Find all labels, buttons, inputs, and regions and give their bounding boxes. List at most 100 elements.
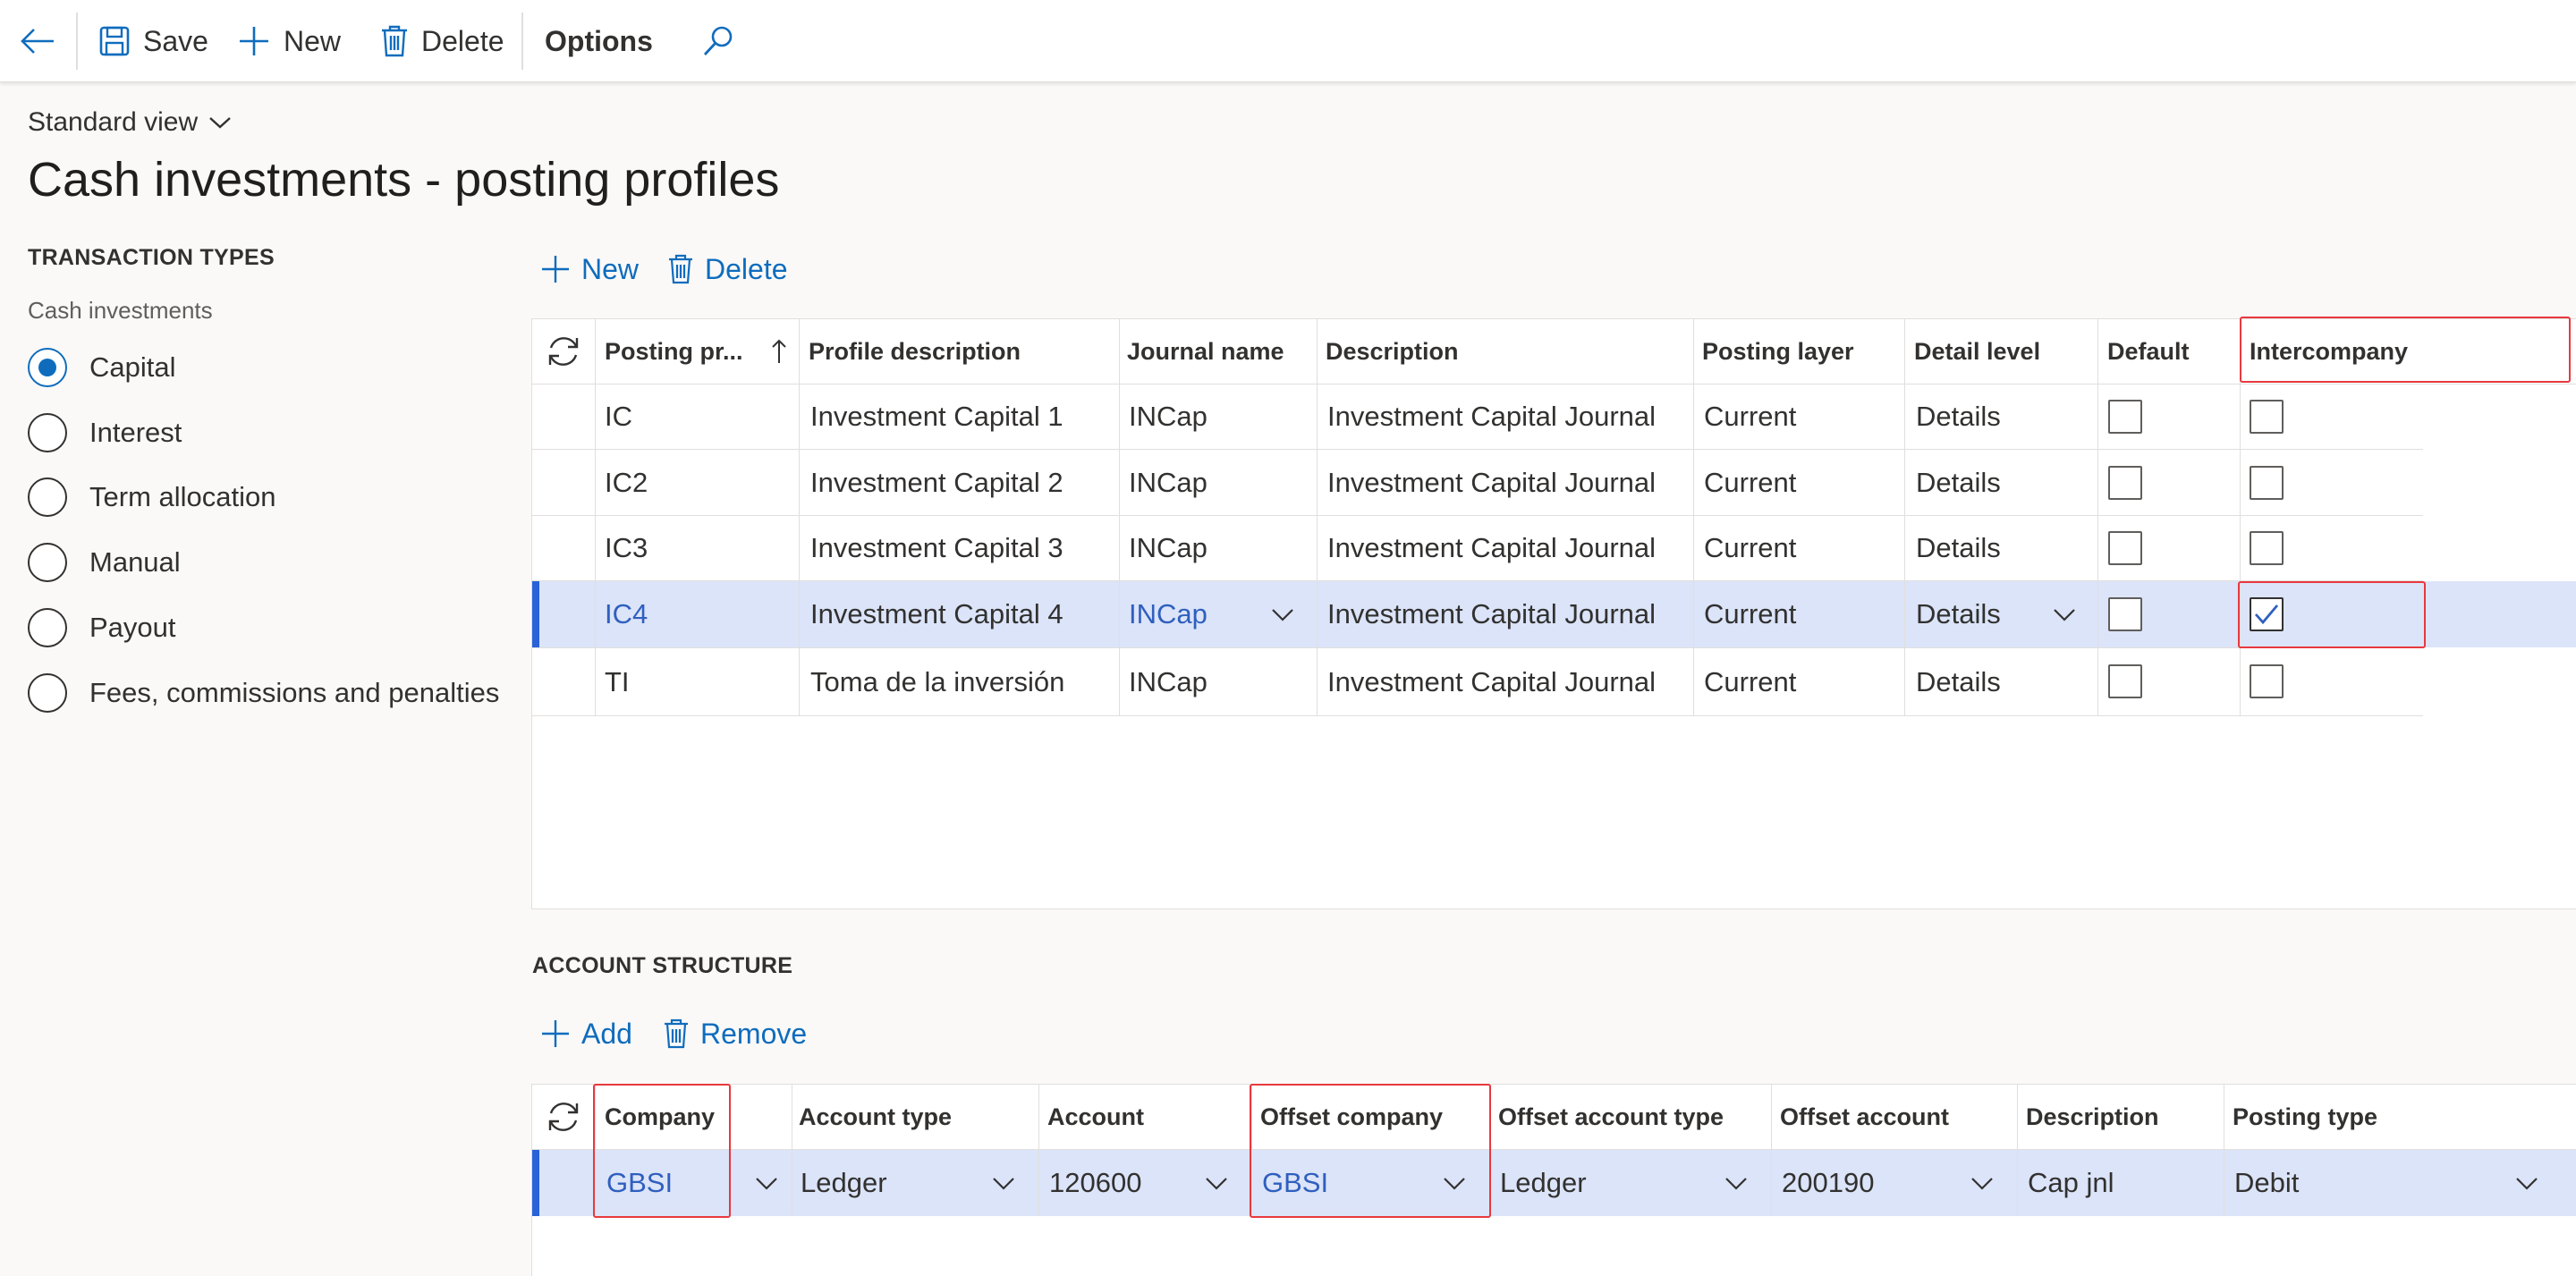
new-button[interactable]: New xyxy=(237,0,341,82)
cell-detail-level[interactable]: Details xyxy=(1916,384,2095,449)
radio-term-allocation[interactable]: Term allocation xyxy=(28,476,275,519)
cell-description[interactable]: Investment Capital Journal xyxy=(1327,648,1685,715)
column-header-journal-name[interactable]: Journal name xyxy=(1127,319,1310,384)
cell-posting-profile[interactable]: IC4 xyxy=(605,581,792,647)
cell-journal-name[interactable]: INCap xyxy=(1129,384,1312,449)
radio-capital[interactable]: Capital xyxy=(28,346,176,389)
cell-posting-layer[interactable]: Current xyxy=(1704,581,1901,647)
cell-profile-description[interactable]: Investment Capital 1 xyxy=(810,384,1114,449)
cell-profile-description[interactable]: Investment Capital 2 xyxy=(810,450,1114,515)
column-header-offset-account[interactable]: Offset account xyxy=(1780,1085,2012,1149)
view-selector[interactable]: Standard view xyxy=(28,107,232,138)
column-header-posting-layer[interactable]: Posting layer xyxy=(1702,319,1899,384)
cell-detail-level[interactable]: Details xyxy=(1916,516,2095,580)
radio-button[interactable] xyxy=(28,348,67,387)
chevron-down-icon[interactable] xyxy=(1271,608,1294,622)
chevron-down-icon[interactable] xyxy=(1724,1177,1748,1191)
cell-posting-profile[interactable]: TI xyxy=(605,648,792,715)
chevron-down-icon[interactable] xyxy=(1970,1177,1994,1191)
radio-label: Payout xyxy=(89,612,176,643)
radio-manual[interactable]: Manual xyxy=(28,541,181,584)
cell-description[interactable]: Investment Capital Journal xyxy=(1327,450,1685,515)
cell-detail-level[interactable]: Details xyxy=(1916,648,2095,715)
column-header-company[interactable]: Company xyxy=(605,1085,788,1149)
column-header-detail-level[interactable]: Detail level xyxy=(1914,319,2093,384)
detail-level-dropdown[interactable]: Details xyxy=(1916,581,2050,647)
cell-journal-name[interactable]: INCap xyxy=(1129,450,1312,515)
offset-account-dropdown[interactable]: 200190 xyxy=(1782,1150,1961,1216)
cell-profile-description[interactable]: Toma de la inversión xyxy=(810,648,1114,715)
column-header-intercompany[interactable]: Intercompany xyxy=(2250,319,2554,384)
back-button[interactable] xyxy=(18,0,57,82)
cell-posting-layer[interactable]: Current xyxy=(1704,516,1901,580)
delete-button[interactable]: Delete xyxy=(380,0,504,82)
column-header-profile-description[interactable]: Profile description xyxy=(809,319,1113,384)
cell-description[interactable]: Cap jnl xyxy=(2028,1150,2216,1216)
radio-button[interactable] xyxy=(28,673,67,713)
column-header-posting-profile[interactable]: Posting pr... xyxy=(605,319,792,384)
default-checkbox[interactable] xyxy=(2108,466,2142,500)
refresh-button[interactable] xyxy=(543,1097,584,1137)
column-header-offset-company[interactable]: Offset company xyxy=(1260,1085,1484,1149)
default-checkbox[interactable] xyxy=(2108,597,2142,631)
default-checkbox[interactable] xyxy=(2108,400,2142,434)
account-dropdown[interactable]: 120600 xyxy=(1049,1150,1201,1216)
default-checkbox[interactable] xyxy=(2108,531,2142,565)
journal-name-dropdown[interactable]: INCap xyxy=(1129,581,1272,647)
cell-profile-description[interactable]: Investment Capital 4 xyxy=(810,581,1114,647)
column-header-account-type[interactable]: Account type xyxy=(799,1085,1033,1149)
cell-description[interactable]: Investment Capital Journal xyxy=(1327,581,1685,647)
intercompany-checkbox[interactable] xyxy=(2250,664,2284,698)
column-header-account[interactable]: Account xyxy=(1047,1085,1246,1149)
radio-interest[interactable]: Interest xyxy=(28,411,182,454)
radio-payout[interactable]: Payout xyxy=(28,606,176,649)
cell-posting-profile[interactable]: IC2 xyxy=(605,450,792,515)
cell-description[interactable]: Investment Capital Journal xyxy=(1327,384,1685,449)
cell-profile-description[interactable]: Investment Capital 3 xyxy=(810,516,1114,580)
radio-button[interactable] xyxy=(28,413,67,452)
intercompany-checkbox[interactable] xyxy=(2250,466,2284,500)
chevron-down-icon[interactable] xyxy=(2515,1177,2538,1191)
chevron-down-icon[interactable] xyxy=(755,1177,778,1191)
cell-posting-layer[interactable]: Current xyxy=(1704,384,1901,449)
account-type-dropdown[interactable]: Ledger xyxy=(801,1150,979,1216)
options-tab[interactable]: Options xyxy=(545,0,653,82)
cell-detail-level[interactable]: Details xyxy=(1916,450,2095,515)
save-button[interactable]: Save xyxy=(98,0,208,82)
radio-button[interactable] xyxy=(28,477,67,517)
column-header-description[interactable]: Description xyxy=(1326,319,1683,384)
offset-company-dropdown[interactable]: GBSI xyxy=(1262,1150,1432,1216)
account-remove-button[interactable]: Remove xyxy=(663,1014,807,1053)
posting-type-dropdown[interactable]: Debit xyxy=(2234,1150,2503,1216)
intercompany-checkbox[interactable] xyxy=(2250,400,2284,434)
radio-button[interactable] xyxy=(28,608,67,647)
chevron-down-icon[interactable] xyxy=(992,1177,1015,1191)
offset-account-type-dropdown[interactable]: Ledger xyxy=(1500,1150,1715,1216)
refresh-button[interactable] xyxy=(543,332,584,371)
intercompany-checkbox-checked[interactable] xyxy=(2250,597,2284,631)
cell-posting-layer[interactable]: Current xyxy=(1704,450,1901,515)
column-header-posting-type[interactable]: Posting type xyxy=(2233,1085,2572,1149)
column-header-description[interactable]: Description xyxy=(2026,1085,2218,1149)
profiles-new-button[interactable]: New xyxy=(540,249,639,289)
cell-posting-profile[interactable]: IC xyxy=(605,384,792,449)
cell-posting-profile[interactable]: IC3 xyxy=(605,516,792,580)
intercompany-checkbox[interactable] xyxy=(2250,531,2284,565)
cell-journal-name[interactable]: INCap xyxy=(1129,516,1312,580)
company-dropdown[interactable]: GBSI xyxy=(606,1150,750,1216)
cell-posting-layer[interactable]: Current xyxy=(1704,648,1901,715)
chevron-down-icon[interactable] xyxy=(1205,1177,1228,1191)
account-structure-heading: ACCOUNT STRUCTURE xyxy=(532,953,793,978)
column-header-offset-account-type[interactable]: Offset account type xyxy=(1498,1085,1767,1149)
radio-button[interactable] xyxy=(28,543,67,582)
cell-description[interactable]: Investment Capital Journal xyxy=(1327,516,1685,580)
column-header-default[interactable]: Default xyxy=(2107,319,2237,384)
cell-journal-name[interactable]: INCap xyxy=(1129,648,1312,715)
chevron-down-icon[interactable] xyxy=(2053,608,2076,622)
radio-fees-commissions-penalties[interactable]: Fees, commissions and penalties xyxy=(28,672,499,714)
profiles-delete-button[interactable]: Delete xyxy=(667,249,788,289)
search-button[interactable] xyxy=(700,0,736,82)
chevron-down-icon[interactable] xyxy=(1443,1177,1466,1191)
default-checkbox[interactable] xyxy=(2108,664,2142,698)
account-add-button[interactable]: Add xyxy=(540,1014,632,1053)
